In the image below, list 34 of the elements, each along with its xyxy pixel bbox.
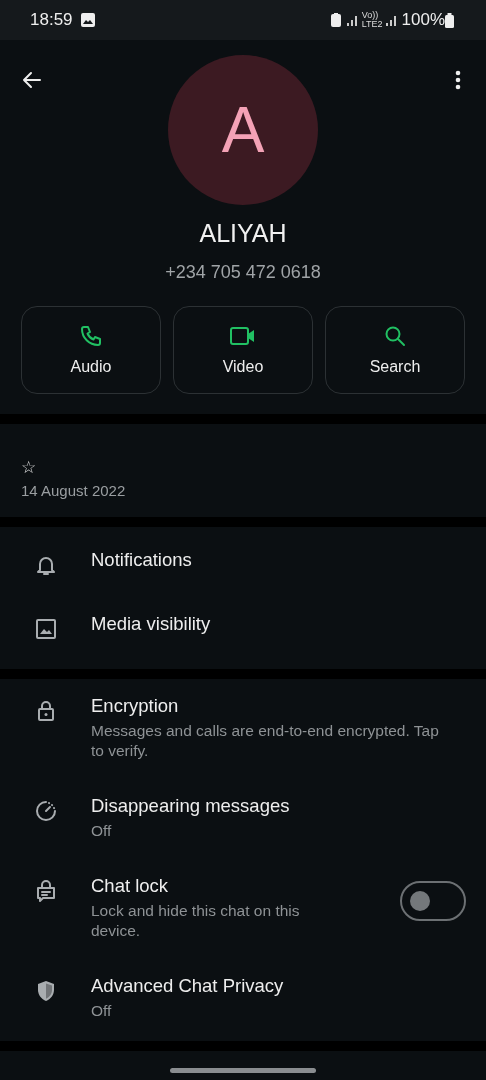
contact-avatar: A: [168, 55, 318, 205]
battery-saver-icon: [330, 13, 341, 27]
date-text: 14 August 2022: [21, 482, 126, 499]
gallery-icon: [80, 13, 95, 27]
video-camera-icon: [229, 324, 257, 348]
network-label: LTE2: [361, 20, 383, 29]
timer-icon: [34, 799, 58, 823]
audio-action-button[interactable]: Audio: [21, 306, 161, 394]
chat-lock-icon: [34, 879, 58, 903]
setting-title: Encryption: [91, 695, 179, 717]
contact-phone: +234 705 472 0618: [165, 262, 321, 283]
setting-title: Advanced Chat Privacy: [91, 975, 284, 997]
contact-name: ALIYAH: [199, 219, 287, 248]
battery-icon: [445, 12, 454, 28]
setting-title: Chat lock: [91, 875, 169, 897]
image-icon: [34, 617, 58, 641]
battery-level: 100%: [401, 10, 445, 30]
phone-icon: [79, 324, 103, 348]
setting-subtitle: Off: [91, 821, 113, 841]
star-icon[interactable]: ☆: [21, 458, 36, 478]
setting-title: Notifications: [91, 549, 192, 571]
signal-icon: [385, 14, 398, 26]
search-action-button[interactable]: Search: [325, 306, 465, 394]
setting-subtitle: Messages and calls are end-to-end encrypted. Tap to verify.: [91, 721, 440, 761]
search-icon: [383, 324, 407, 348]
setting-title: Disappearing messages: [91, 795, 290, 817]
signal-icon: [346, 14, 359, 26]
video-action-button[interactable]: Video: [173, 306, 313, 394]
network-label: Vo)): [361, 11, 379, 20]
status-time: 18:59: [30, 10, 73, 30]
setting-subtitle: Off: [91, 1001, 113, 1021]
toggle-switch[interactable]: [400, 881, 466, 921]
setting-title: Media visibility: [91, 613, 211, 635]
setting-subtitle: Lock and hide this chat on this device.: [91, 901, 301, 941]
